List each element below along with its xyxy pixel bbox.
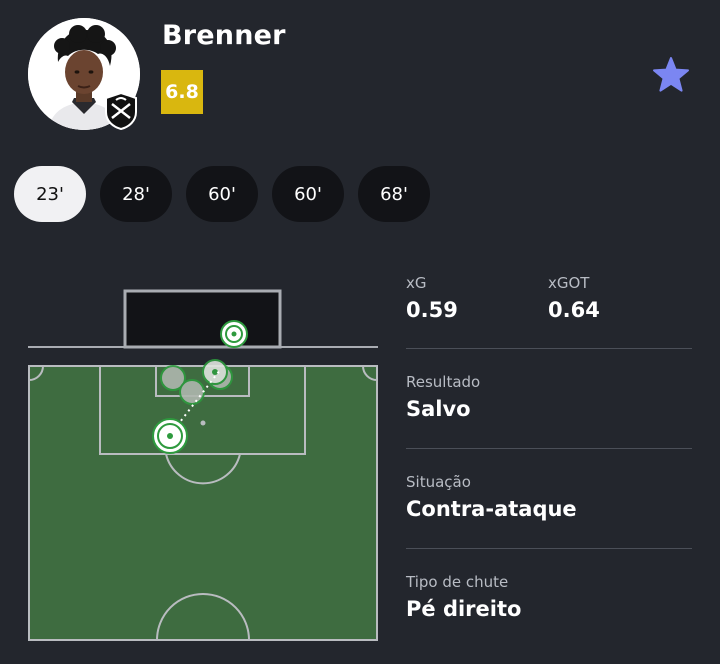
xg-row: xG 0.59 xGOT 0.64: [406, 268, 692, 348]
pitch-surface: [28, 365, 378, 641]
xg-label: xG: [406, 274, 427, 292]
xg-value: 0.59: [406, 298, 458, 322]
shot-stats-panel: xG 0.59 xGOT 0.64 Resultado Salvo Situaç…: [406, 268, 692, 648]
star-icon[interactable]: [652, 56, 690, 94]
goal-frame: [123, 289, 282, 349]
shot-origin-marker: [152, 418, 188, 454]
player-name: Brenner: [162, 20, 286, 51]
shot-pill-5[interactable]: 68': [358, 166, 430, 222]
player-rating-badge: 6.8: [161, 70, 203, 114]
result-label: Resultado: [406, 373, 481, 391]
shot-pill-2[interactable]: 28': [100, 166, 172, 222]
shot-type-value: Pé direito: [406, 597, 522, 621]
xgot-label: xGOT: [548, 274, 590, 292]
xgot-value: 0.64: [548, 298, 600, 322]
shot-goal-marker: [220, 320, 248, 348]
shot-type-stat: Tipo de chute Pé direito: [406, 549, 692, 648]
club-crest-icon: [105, 92, 137, 130]
shot-map: [24, 280, 384, 650]
xgot-stat: xGOT 0.64: [548, 274, 690, 348]
shot-pill-3[interactable]: 60': [186, 166, 258, 222]
shot-pill-4[interactable]: 60': [272, 166, 344, 222]
situation-stat: Situação Contra-ataque: [406, 449, 692, 548]
situation-label: Situação: [406, 473, 471, 491]
xg-stat: xG 0.59: [406, 274, 548, 348]
penalty-spot: [200, 420, 206, 426]
shot-pill-1[interactable]: 23': [14, 166, 86, 222]
result-value: Salvo: [406, 397, 471, 421]
shot-type-label: Tipo de chute: [406, 573, 509, 591]
shot-selector: 23' 28' 60' 60' 68': [14, 166, 430, 222]
result-stat: Resultado Salvo: [406, 349, 692, 448]
situation-value: Contra-ataque: [406, 497, 577, 521]
